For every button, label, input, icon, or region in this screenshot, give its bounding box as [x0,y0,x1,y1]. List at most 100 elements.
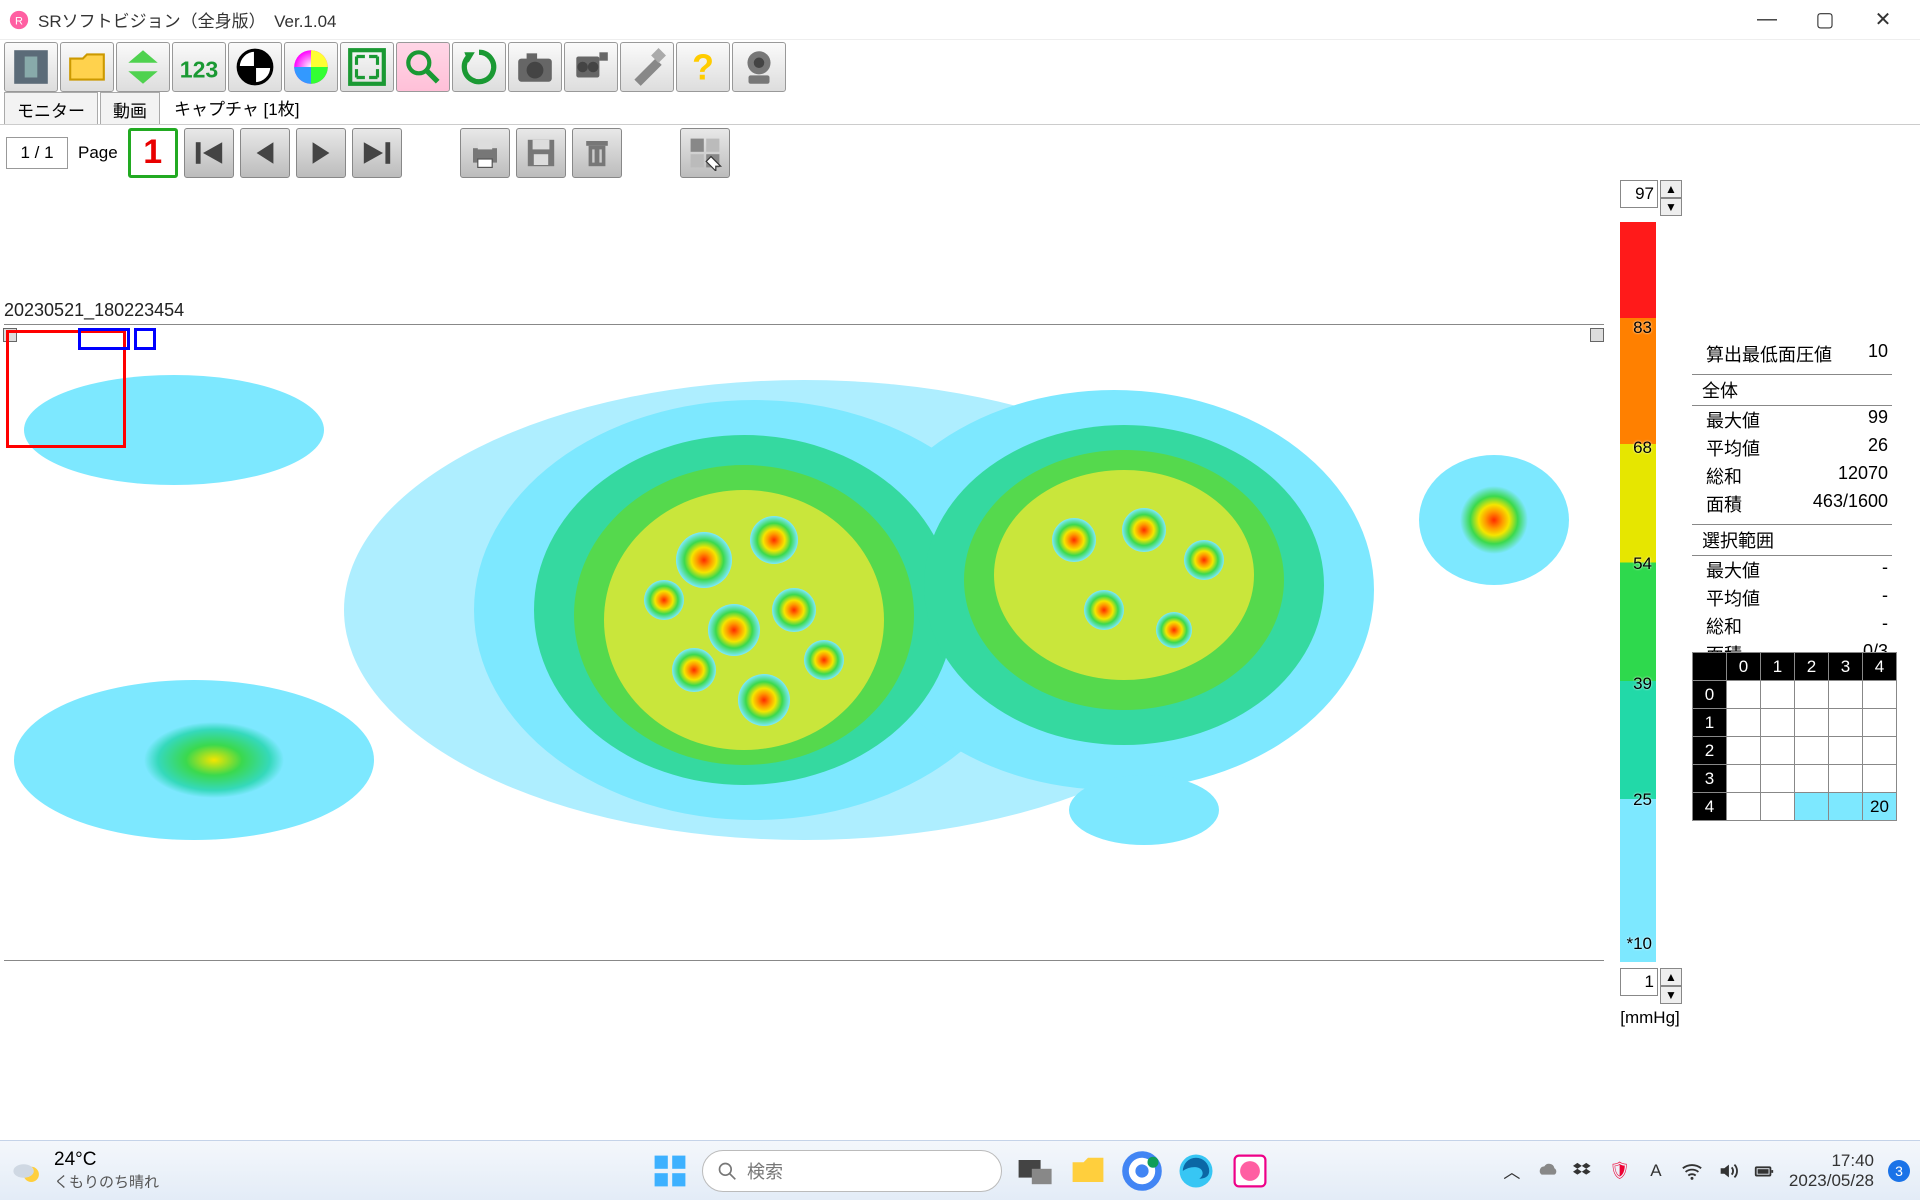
scale-max-down[interactable]: ▼ [1660,198,1682,216]
camera-button[interactable] [508,42,562,92]
rotate-button[interactable] [452,42,506,92]
fullscreen-button[interactable] [340,42,394,92]
frame-border [4,324,1604,325]
maximize-button[interactable]: ▢ [1796,0,1854,40]
video-button[interactable] [564,42,618,92]
temperature: 24°C [54,1149,159,1171]
stat-value: 463/1600 [1813,491,1888,517]
scale-tick: *10 [1626,934,1652,954]
app-taskbar-icon[interactable] [1228,1149,1272,1193]
notification-badge[interactable]: 3 [1888,1160,1910,1182]
taskbar-search[interactable]: 検索 [702,1150,1002,1192]
connect-button[interactable] [4,42,58,92]
taskbar: 24°C くもりのち晴れ 検索 ︿ 🛡 A 17:40 2023/05/28 3 [0,1140,1920,1200]
volume-icon[interactable] [1717,1160,1739,1182]
search-icon [717,1161,737,1181]
scale-tick: 25 [1633,790,1652,810]
next-frame-button[interactable] [296,128,346,178]
stat-label: 総和 [1706,463,1742,489]
scale-min-down[interactable]: ▼ [1660,986,1682,1004]
stat-value: 10 [1868,341,1888,367]
pressure-heatmap [4,330,1604,950]
prev-frame-button[interactable] [240,128,290,178]
onedrive-icon[interactable] [1537,1160,1559,1182]
cell-grid: 01234 0 1 2 3 420 [1692,652,1897,821]
color-button[interactable] [284,42,338,92]
svg-text:123: 123 [180,57,219,83]
system-tray: ︿ 🛡 A 17:40 2023/05/28 3 [1501,1151,1910,1190]
frame-label: 20230521_180223454 [4,300,184,321]
weather-desc: くもりのち晴れ [54,1171,159,1192]
capture-toolbar: 1 / 1 Page 1 [0,124,1920,180]
stat-label: 面積 [1706,491,1742,517]
time: 17:40 [1789,1151,1874,1171]
page-indicator: 1 / 1 [6,137,68,169]
minimize-button[interactable]: ― [1738,0,1796,40]
window-title: SRソフトビジョン（全身版） Ver.1.04 [38,7,337,32]
scale-max-input[interactable] [1620,180,1658,208]
edge-icon[interactable] [1174,1149,1218,1193]
tabs-row: モニター 動画 キャプチャ [1枚] [0,94,1920,124]
stat-value: - [1882,613,1888,639]
stat-value: 12070 [1838,463,1888,489]
close-button[interactable]: ✕ [1854,0,1912,40]
zoom-button[interactable] [396,42,450,92]
save-button[interactable] [516,128,566,178]
titlebar: R SRソフトビジョン（全身版） Ver.1.04 ― ▢ ✕ [0,0,1920,40]
layout-button[interactable] [680,128,730,178]
start-button[interactable] [648,1149,692,1193]
first-frame-button[interactable] [184,128,234,178]
stat-section: 全体 [1692,374,1892,406]
security-icon[interactable]: 🛡 [1609,1160,1631,1182]
stats-panel: 算出最低面圧値10 全体 最大値99 平均値26 総和12070 面積463/1… [1692,340,1892,668]
tab-capture[interactable]: キャプチャ [1枚] [162,91,311,124]
search-placeholder: 検索 [747,1158,783,1184]
delete-button[interactable] [572,128,622,178]
stat-label: 算出最低面圧値 [1706,341,1832,367]
selection-box-blue-1[interactable] [78,328,130,350]
frame-border [4,960,1604,961]
app-icon: R [8,9,30,31]
scale-max-up[interactable]: ▲ [1660,180,1682,198]
weather-icon [10,1154,44,1188]
taskview-icon[interactable] [1012,1149,1056,1193]
flip-button[interactable] [116,42,170,92]
tab-video[interactable]: 動画 [100,92,160,124]
stat-value: - [1882,585,1888,611]
battery-icon[interactable] [1753,1160,1775,1182]
stat-label: 最大値 [1706,407,1760,433]
grid-cell: 20 [1863,793,1897,821]
selection-box-blue-2[interactable] [134,328,156,350]
settings-button[interactable] [620,42,674,92]
stat-value: 99 [1868,407,1888,433]
weather-widget[interactable]: 24°C くもりのち晴れ [10,1149,159,1192]
explorer-icon[interactable] [1066,1149,1110,1193]
scale-min-input[interactable] [1620,968,1658,996]
scale-min-up[interactable]: ▲ [1660,968,1682,986]
print-button[interactable] [460,128,510,178]
tab-monitor[interactable]: モニター [4,92,98,124]
chrome-icon[interactable] [1120,1149,1164,1193]
svg-text:R: R [15,15,23,27]
page-1-button[interactable]: 1 [128,128,178,178]
target-button[interactable] [228,42,282,92]
stat-label: 平均値 [1706,435,1760,461]
scale-unit: [mmHg] [1620,1008,1680,1028]
clock[interactable]: 17:40 2023/05/28 [1789,1151,1874,1190]
stat-label: 平均値 [1706,585,1760,611]
scale-tick: 54 [1633,554,1652,574]
wifi-icon[interactable] [1681,1160,1703,1182]
stat-value: - [1882,557,1888,583]
last-frame-button[interactable] [352,128,402,178]
color-scale: ▲ ▼ 83 68 54 39 25 *10 ▲ ▼ [mmHg] [1620,180,1680,1028]
chevron-up-icon[interactable]: ︿ [1501,1160,1523,1182]
dropbox-icon[interactable] [1573,1160,1595,1182]
webcam-button[interactable] [732,42,786,92]
numbers-button[interactable]: 123 [172,42,226,92]
svg-text:?: ? [692,48,714,88]
page-label: Page [78,143,118,163]
ime-icon[interactable]: A [1645,1160,1667,1182]
open-button[interactable] [60,42,114,92]
date: 2023/05/28 [1789,1171,1874,1191]
help-button[interactable]: ? [676,42,730,92]
